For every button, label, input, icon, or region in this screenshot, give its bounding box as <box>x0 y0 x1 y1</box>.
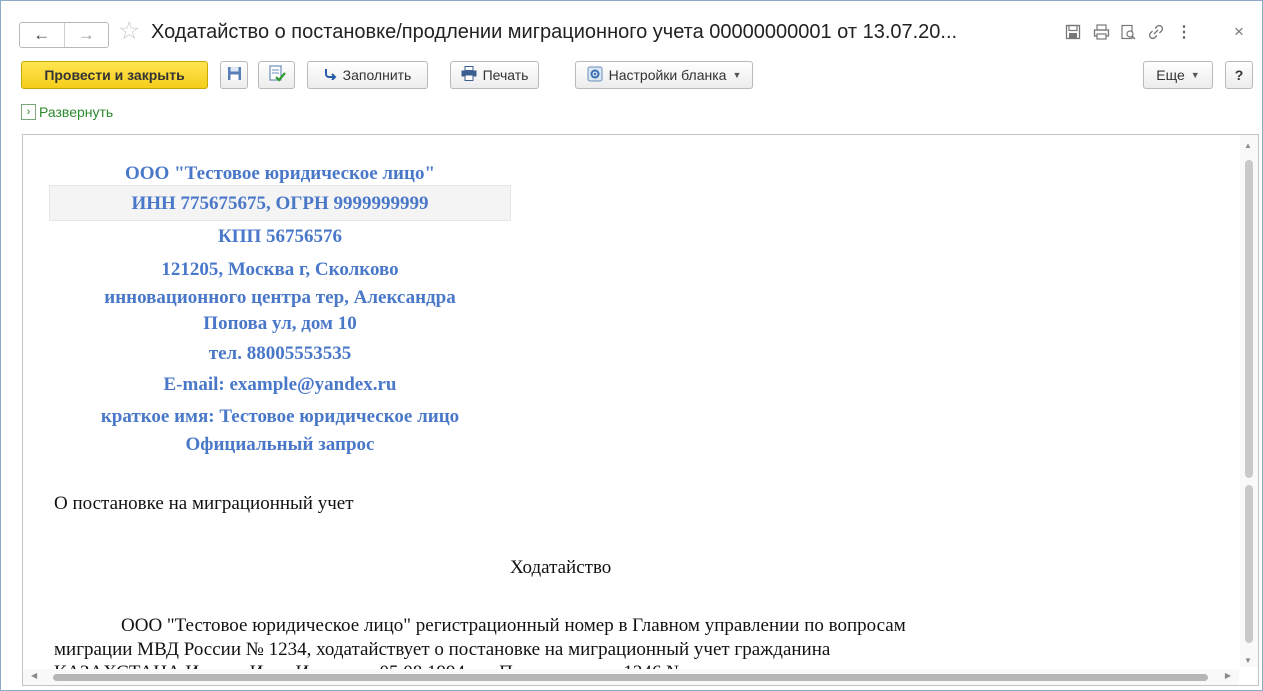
preview-icon[interactable] <box>1117 21 1139 43</box>
form-settings-icon <box>587 66 603 85</box>
scroll-up-icon[interactable]: ▲ <box>1244 141 1252 150</box>
title-bar: ← → ☆ Ходатайство о постановке/продлении… <box>1 1 1262 51</box>
post-button[interactable] <box>258 61 295 89</box>
navigation-buttons: ← → <box>19 22 109 48</box>
help-button[interactable]: ? <box>1225 61 1253 89</box>
fill-label: Заполнить <box>342 67 412 83</box>
post-and-close-label: Провести и закрыть <box>44 67 185 83</box>
scroll-right-icon[interactable]: ▶ <box>1225 671 1231 680</box>
scroll-left-icon[interactable]: ◀ <box>31 671 37 680</box>
org-address-line3: Попова ул, дом 10 <box>203 313 357 334</box>
org-phone: тел. 88005553535 <box>208 343 352 364</box>
more-actions-button[interactable]: Еще ▼ <box>1143 61 1213 89</box>
window-title: Ходатайство о постановке/продлении мигра… <box>151 21 958 43</box>
fill-arrow-icon <box>324 67 337 83</box>
expand-label: Развернуть <box>39 104 114 120</box>
org-address-line1: 121205, Москва г, Сколково <box>161 259 399 280</box>
chevron-down-icon: ▼ <box>732 70 742 80</box>
print-button[interactable]: Печать <box>450 61 539 89</box>
horizontal-scroll-thumb[interactable] <box>53 674 1208 681</box>
org-inn-ogrn: ИНН 775675675, ОГРН 9999999999 <box>49 185 511 221</box>
chevron-right-icon: › <box>21 104 36 120</box>
command-bar: Провести и закрыть Заполнить Печать Наст… <box>1 61 1262 91</box>
fill-button[interactable]: Заполнить <box>307 61 428 89</box>
post-document-icon <box>268 65 286 85</box>
org-short-name: краткое имя: Тестовое юридическое лицо <box>100 406 460 427</box>
org-address-line2: инновационного центра тер, Александра <box>104 287 456 308</box>
floppy-icon <box>227 66 242 84</box>
document-window: ← → ☆ Ходатайство о постановке/продлении… <box>0 0 1263 691</box>
more-actions-label: Еще <box>1156 67 1185 83</box>
org-kpp: КПП 56756576 <box>217 226 343 247</box>
org-email: E-mail: example@yandex.ru <box>163 374 397 395</box>
close-icon[interactable]: × <box>1228 21 1250 43</box>
form-settings-label: Настройки бланка <box>608 67 727 83</box>
org-name: ООО "Тестовое юридическое лицо" <box>125 163 435 184</box>
form-settings-button[interactable]: Настройки бланка ▼ <box>575 61 753 89</box>
document-heading: Ходатайство <box>510 557 612 578</box>
save-button[interactable] <box>220 61 248 89</box>
spreadsheet-document[interactable]: ООО "Тестовое юридическое лицо" ИНН 7756… <box>22 134 1259 686</box>
scroll-down-icon[interactable]: ▼ <box>1244 656 1252 665</box>
expand-link[interactable]: › Развернуть <box>21 103 113 121</box>
post-and-close-button[interactable]: Провести и закрыть <box>21 61 208 89</box>
print-label: Печать <box>482 67 529 83</box>
paragraph-line-2: миграции МВД России № 1234, ходатайствуе… <box>54 639 831 660</box>
vertical-scroll-track-segment[interactable] <box>1245 485 1253 643</box>
printer-icon <box>461 66 477 84</box>
horizontal-scrollbar[interactable]: ◀ ▶ <box>23 669 1239 685</box>
vertical-scroll-thumb[interactable] <box>1245 160 1253 478</box>
official-request: Официальный запрос <box>185 434 375 455</box>
favorite-star-icon[interactable]: ☆ <box>118 16 140 46</box>
back-button[interactable]: ← <box>20 23 64 47</box>
save-icon[interactable] <box>1062 21 1084 43</box>
chevron-down-icon: ▼ <box>1190 70 1200 80</box>
more-icon[interactable]: ⋮ <box>1173 21 1195 43</box>
vertical-scrollbar[interactable]: ▲ ▼ <box>1240 135 1258 667</box>
print-icon[interactable] <box>1090 21 1112 43</box>
document-subject: О постановке на миграционный учет <box>54 493 354 514</box>
link-icon[interactable] <box>1145 21 1167 43</box>
paragraph-line-1: ООО "Тестовое юридическое лицо" регистра… <box>121 615 906 636</box>
forward-button[interactable]: → <box>63 23 109 47</box>
